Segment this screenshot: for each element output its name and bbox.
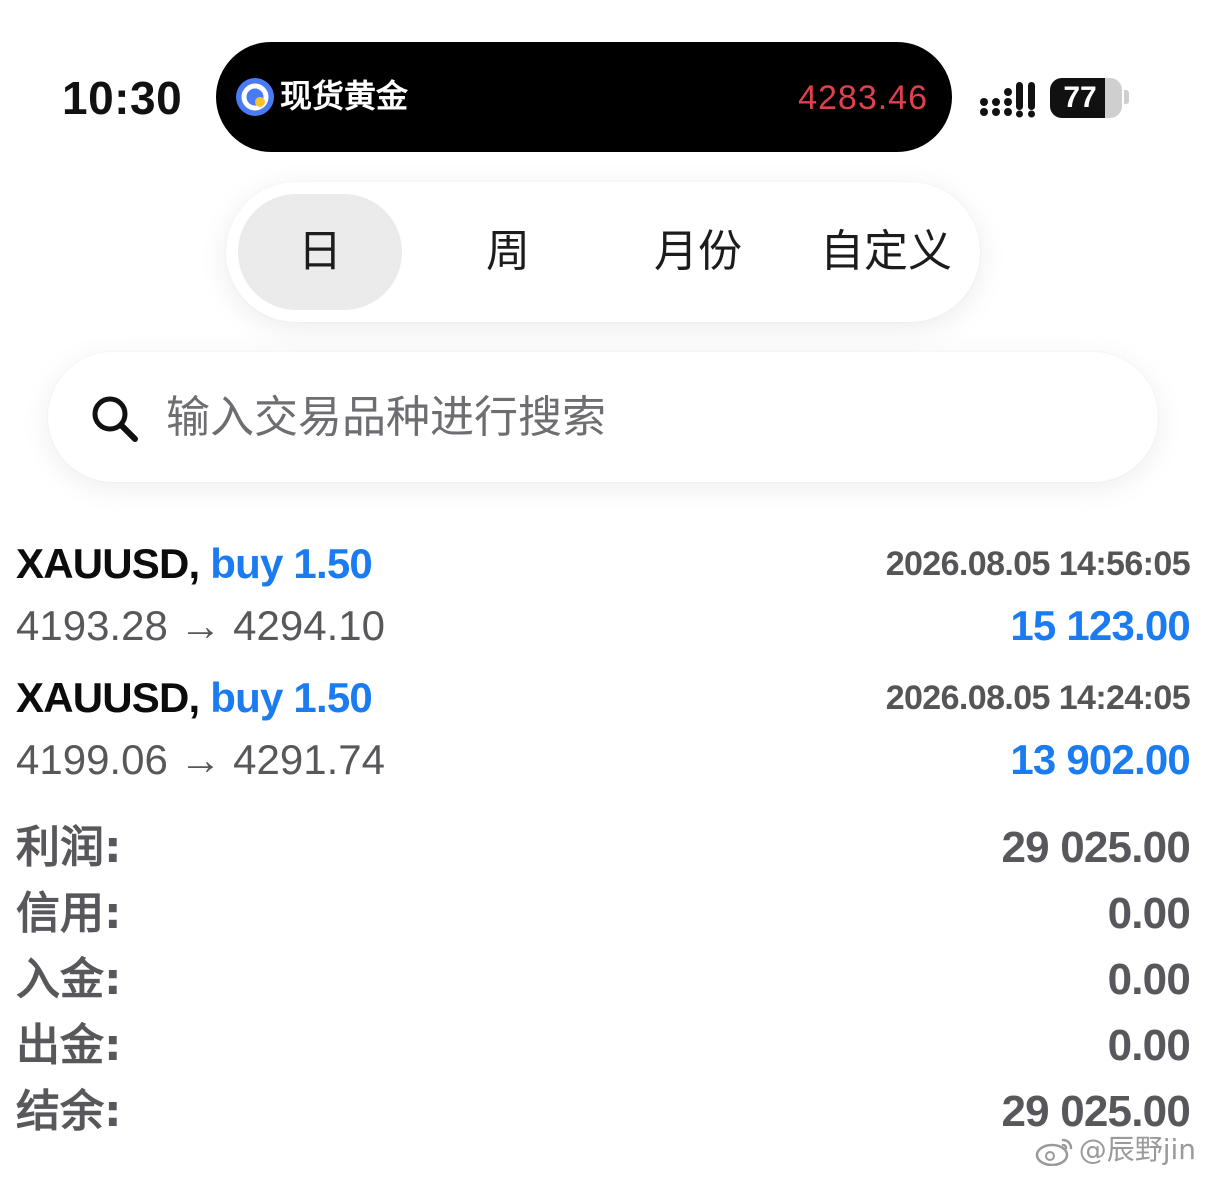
- live-activity-price: 4283.46: [798, 79, 928, 117]
- summary-profit-row: 利润: 29 025.00: [16, 818, 1191, 878]
- live-activity-title: 现货黄金: [280, 77, 409, 115]
- deal-symbol: XAUUSD,: [16, 674, 200, 721]
- deal-symbol: XAUUSD,: [16, 540, 200, 587]
- search-bar[interactable]: [48, 352, 1158, 482]
- summary-value: 0.00: [1107, 1021, 1191, 1070]
- deal-profit: 15 123.00: [1010, 602, 1190, 649]
- summary-label: 结余:: [16, 1086, 122, 1137]
- tab-week[interactable]: 周: [426, 194, 590, 310]
- summary-label: 入金:: [16, 954, 122, 1005]
- deal-side-volume: buy 1.50: [210, 674, 372, 721]
- battery-tip: [1124, 90, 1129, 104]
- deal-time: 2026.08.05 14:24:05: [885, 679, 1191, 717]
- battery-icon: 77: [1050, 78, 1122, 118]
- summary-value: 0.00: [1107, 955, 1191, 1004]
- period-segmented-control: 日 周 月份 自定义: [226, 182, 980, 322]
- live-activity-island[interactable]: 现货黄金 4283.46: [216, 42, 952, 152]
- app-logo-icon: [236, 78, 274, 116]
- weibo-icon: [1035, 1138, 1072, 1167]
- deal-side-volume: buy 1.50: [210, 540, 372, 587]
- summary-value: 29 025.00: [1001, 823, 1190, 872]
- summary-value: 0.00: [1107, 889, 1191, 938]
- deal-profit: 13 902.00: [1010, 736, 1190, 783]
- summary-label: 信用:: [16, 888, 122, 939]
- summary-balance-row: 结余: 29 025.00: [16, 1082, 1191, 1142]
- battery-level-text: 77: [1063, 81, 1097, 114]
- tab-custom[interactable]: 自定义: [806, 194, 966, 310]
- summary-withdrawal-row: 出金: 0.00: [16, 1016, 1191, 1076]
- deal-header: XAUUSD, buy 1.50: [16, 536, 373, 592]
- deal-row[interactable]: XAUUSD, buy 1.50 2026.08.05 14:56:05 419…: [16, 536, 1191, 656]
- deal-row[interactable]: XAUUSD, buy 1.50 2026.08.05 14:24:05 419…: [16, 670, 1191, 790]
- search-input[interactable]: [166, 382, 1106, 452]
- status-time: 10:30: [62, 72, 183, 124]
- search-icon: [88, 392, 140, 444]
- tab-day[interactable]: 日: [238, 194, 402, 310]
- summary-deposit-row: 入金: 0.00: [16, 950, 1191, 1010]
- summary-credit-row: 信用: 0.00: [16, 884, 1191, 944]
- watermark-text: @辰野jin: [1078, 1133, 1196, 1166]
- cellular-signal-icon: [978, 80, 1038, 118]
- deal-time: 2026.08.05 14:56:05: [885, 545, 1191, 583]
- deal-prices: 4193.28 → 4294.10: [16, 602, 385, 649]
- tab-month[interactable]: 月份: [616, 194, 780, 310]
- deal-prices: 4199.06 → 4291.74: [16, 736, 385, 783]
- summary-label: 出金:: [16, 1020, 122, 1071]
- watermark: @辰野jin: [1035, 1128, 1196, 1172]
- summary-label: 利润:: [16, 822, 122, 873]
- deal-header: XAUUSD, buy 1.50: [16, 670, 373, 726]
